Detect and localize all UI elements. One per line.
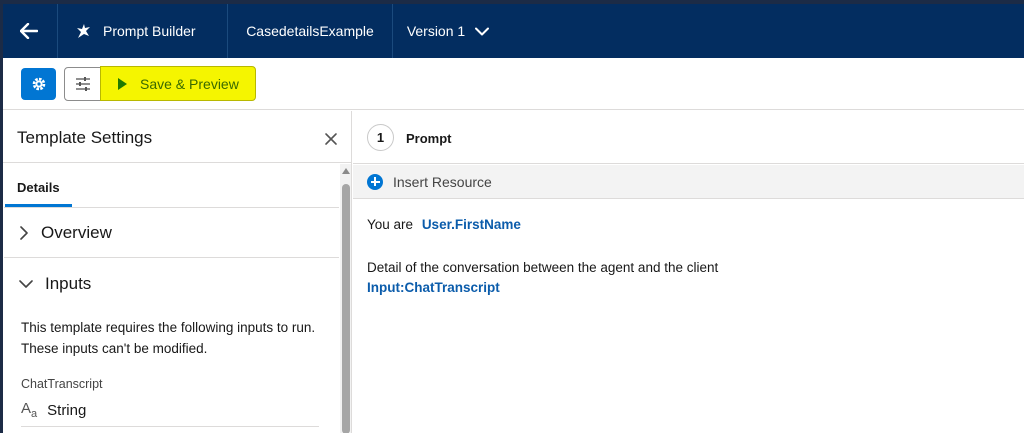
prompt-line-1[interactable]: You are User.FirstName	[367, 217, 521, 232]
divider	[21, 426, 319, 427]
input-type-label: String	[47, 401, 87, 419]
version-label: Version 1	[406, 23, 466, 39]
prompt-step-header: 1 Prompt	[353, 111, 1024, 164]
app-title: Prompt Builder	[58, 4, 228, 58]
merge-field-chat-transcript[interactable]: Input:ChatTranscript	[367, 280, 500, 295]
panel-scrollbar[interactable]	[340, 164, 351, 433]
chevron-down-icon	[475, 27, 490, 35]
settings-button[interactable]	[21, 68, 56, 100]
template-settings-panel: Template Settings Details Overview Input…	[3, 111, 352, 433]
step-number-badge: 1	[367, 124, 394, 151]
insert-resource-button[interactable]: Insert Resource	[353, 165, 1024, 199]
play-icon	[118, 77, 127, 90]
toolbar: Save & Preview	[0, 58, 1024, 110]
section-inputs-label: Inputs	[45, 274, 92, 293]
template-settings-toggle[interactable]	[64, 67, 102, 101]
panel-title: Template Settings	[17, 128, 153, 147]
back-button[interactable]	[0, 4, 58, 58]
tab-details-label: Details	[17, 180, 60, 195]
add-circle-icon	[367, 173, 383, 190]
text-type-icon: Aa	[21, 400, 38, 420]
scroll-up-arrow[interactable]	[342, 168, 350, 174]
prompt-editor-panel: 1 Prompt Insert Resource You are User.Fi…	[353, 111, 1024, 433]
section-overview[interactable]: Overview	[4, 209, 339, 258]
scroll-thumb[interactable]	[342, 184, 350, 433]
insert-resource-label: Insert Resource	[393, 173, 492, 190]
close-icon[interactable]	[323, 131, 339, 147]
input-name: ChatTranscript	[21, 377, 103, 391]
window-frame-left	[0, 0, 3, 433]
version-dropdown[interactable]: Version 1	[393, 4, 503, 58]
gear-icon	[32, 77, 45, 91]
save-preview-label: Save & Preview	[140, 75, 239, 92]
sliders-icon	[76, 77, 90, 91]
chevron-down-icon	[19, 279, 33, 289]
save-preview-button[interactable]: Save & Preview	[100, 66, 256, 101]
prompt-line-2[interactable]: Detail of the conversation between the a…	[367, 260, 718, 275]
inputs-description: This template requires the following inp…	[21, 320, 316, 356]
section-inputs[interactable]: Inputs	[4, 259, 339, 309]
template-name: CasedetailsExample	[228, 4, 393, 58]
tab-details[interactable]: Details	[4, 164, 339, 208]
step-label: Prompt	[406, 131, 452, 146]
prompt-line-3[interactable]: Input:ChatTranscript	[367, 280, 500, 295]
prompt-builder-icon	[77, 24, 90, 38]
input-type: Aa String	[21, 400, 86, 420]
panel-header: Template Settings	[3, 111, 351, 163]
app-header: Prompt Builder CasedetailsExample Versio…	[0, 4, 1024, 58]
chevron-right-icon	[19, 226, 29, 240]
app-label: Prompt Builder	[103, 23, 196, 39]
prompt-text: You are	[367, 217, 414, 232]
section-overview-label: Overview	[41, 223, 112, 242]
merge-field-user-firstname[interactable]: User.FirstName	[422, 217, 521, 232]
arrow-left-icon	[19, 23, 38, 39]
active-tab-indicator	[5, 204, 72, 207]
